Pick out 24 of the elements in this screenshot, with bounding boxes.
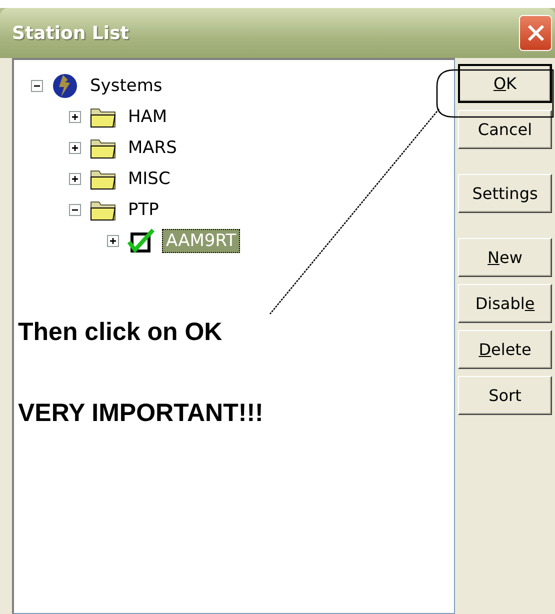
expand-icon[interactable] <box>68 172 82 186</box>
dialog-button[interactable]: OK <box>458 64 552 103</box>
dialog-button[interactable]: Settings <box>458 174 552 213</box>
dialog-button[interactable]: Disable <box>458 284 552 323</box>
close-icon <box>526 23 546 43</box>
tree-item[interactable]: PTP <box>124 198 163 222</box>
annotation-text: Then click on OK <box>17 318 224 347</box>
close-button[interactable] <box>519 15 552 51</box>
tree-item[interactable]: HAM <box>124 104 172 128</box>
tree-item[interactable]: MISC <box>124 166 174 190</box>
window-title: Station List <box>12 22 129 44</box>
dialog-button[interactable]: Sort <box>458 376 552 415</box>
expand-icon[interactable] <box>106 234 120 248</box>
tree-item[interactable]: MARS <box>124 136 181 160</box>
expand-icon[interactable] <box>68 110 82 124</box>
dialog-button[interactable]: New <box>458 238 552 277</box>
dialog-button[interactable]: Cancel <box>458 110 552 149</box>
collapse-icon[interactable] <box>68 202 82 216</box>
dialog-button[interactable]: Delete <box>458 330 552 369</box>
annotation-text: VERY IMPORTANT!!! <box>17 399 264 428</box>
expand-icon[interactable] <box>68 140 82 154</box>
collapse-icon[interactable] <box>30 78 44 92</box>
tree-item[interactable]: Systems <box>86 74 166 98</box>
globe-icon <box>50 72 80 98</box>
